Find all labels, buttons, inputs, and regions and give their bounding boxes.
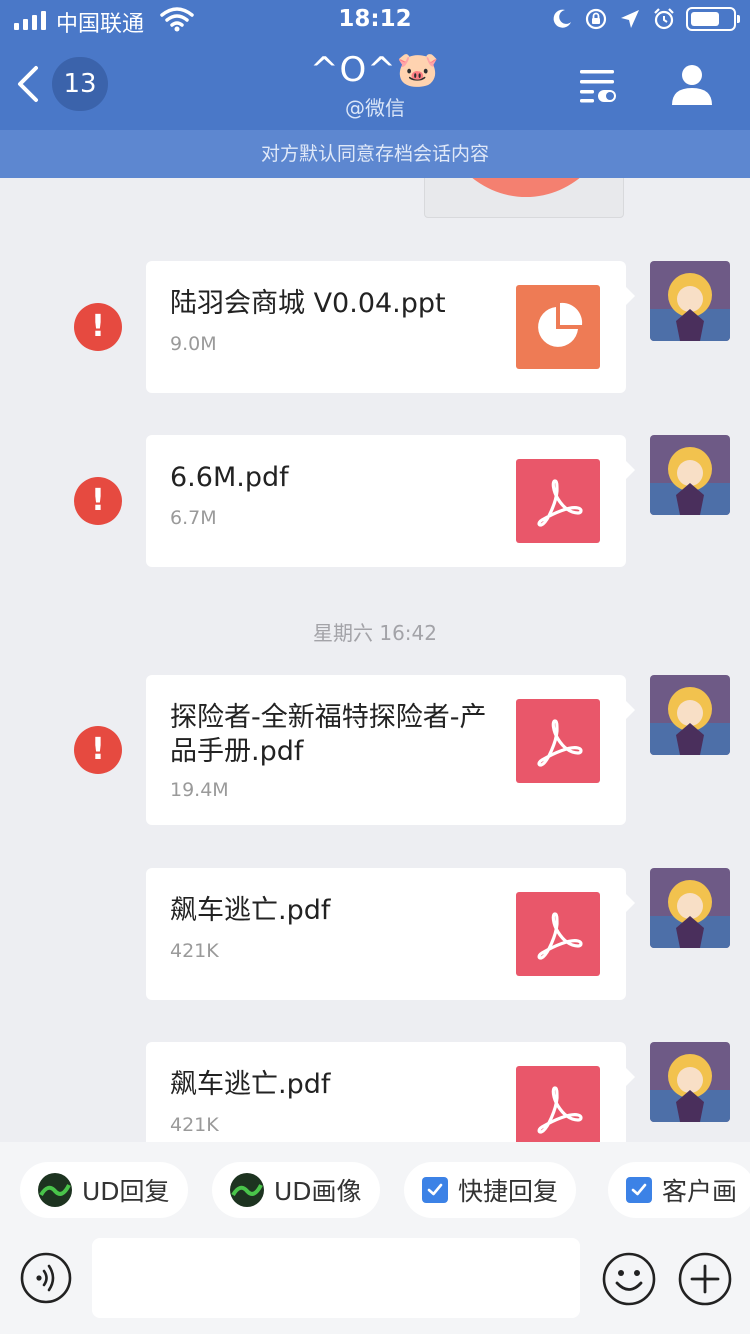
customer-profile-label: 客户画	[662, 1177, 738, 1206]
ud-logo-icon	[38, 1173, 72, 1207]
message-input[interactable]	[92, 1238, 580, 1318]
file-message-card[interactable]: 探险者-全新福特探险者-产品手册.pdf 19.4M	[146, 675, 635, 825]
send-failed-icon[interactable]: !	[74, 303, 122, 351]
quick-action-bar[interactable]: UD回复 UD画像 快捷回复 客户画	[0, 1142, 750, 1238]
ud-profile-button[interactable]: UD画像	[212, 1162, 380, 1218]
voice-input-icon[interactable]	[20, 1252, 72, 1304]
pdf-file-icon	[516, 1066, 600, 1142]
ud-logo-icon	[230, 1173, 264, 1207]
file-message-card[interactable]: 陆羽会商城 V0.04.ppt 9.0M	[146, 261, 635, 393]
moon-icon	[553, 9, 571, 28]
file-message-card[interactable]: 6.6M.pdf 6.7M	[146, 435, 635, 567]
send-failed-icon[interactable]: !	[74, 726, 122, 774]
chat-subtitle: @微信	[345, 96, 405, 120]
file-size: 421K	[170, 1114, 219, 1136]
file-message-card[interactable]: 飙车逃亡.pdf 421K	[146, 868, 635, 1000]
avatar[interactable]	[650, 675, 730, 755]
file-size: 9.0M	[170, 333, 217, 355]
nav-bar: 13 ^O^🐷 @微信	[0, 40, 750, 130]
chat-settings-icon[interactable]	[578, 66, 618, 106]
ud-reply-button[interactable]: UD回复	[20, 1162, 188, 1218]
user-profile-icon[interactable]	[670, 62, 714, 106]
pdf-file-icon	[516, 699, 600, 783]
avatar[interactable]	[650, 261, 730, 341]
rotation-lock-icon	[585, 8, 607, 30]
file-name: 飙车逃亡.pdf	[170, 895, 331, 926]
quick-reply-button[interactable]: 快捷回复	[404, 1162, 577, 1218]
ud-profile-label: UD画像	[274, 1177, 362, 1206]
chat-title: ^O^🐷	[309, 50, 441, 90]
status-bar: 中国联通 18:12	[0, 0, 750, 40]
avatar[interactable]	[650, 868, 730, 948]
quick-reply-label: 快捷回复	[458, 1177, 559, 1206]
battery-icon	[686, 7, 740, 31]
location-icon	[621, 10, 639, 28]
input-bar	[0, 1238, 750, 1334]
avatar[interactable]	[650, 435, 730, 515]
ppt-file-icon	[516, 285, 600, 369]
file-size: 421K	[170, 940, 219, 962]
checkbox-icon	[422, 1177, 448, 1203]
file-name: 6.6M.pdf	[170, 462, 289, 493]
pdf-file-icon	[516, 892, 600, 976]
alarm-icon	[654, 8, 674, 30]
previous-image-message[interactable]	[424, 178, 624, 218]
pdf-file-icon	[516, 459, 600, 543]
more-plus-icon[interactable]	[678, 1252, 732, 1306]
file-size: 6.7M	[170, 507, 217, 529]
file-name: 飙车逃亡.pdf	[170, 1069, 331, 1100]
emoji-icon[interactable]	[602, 1252, 656, 1306]
file-message-card[interactable]: 飙车逃亡.pdf 421K	[146, 1042, 635, 1142]
send-failed-icon[interactable]: !	[74, 477, 122, 525]
checkbox-icon	[626, 1177, 652, 1203]
top-bar: 中国联通 18:12 13 ^O^🐷 @微信 对方默认同意存档会话内容	[0, 0, 750, 178]
file-name: 探险者-全新福特探险者-产品手册.pdf	[170, 702, 487, 767]
ud-reply-label: UD回复	[82, 1177, 170, 1206]
file-name: 陆羽会商城 V0.04.ppt	[170, 288, 446, 319]
customer-profile-button[interactable]: 客户画	[608, 1162, 750, 1218]
avatar[interactable]	[650, 1042, 730, 1122]
chat-area[interactable]: ! 陆羽会商城 V0.04.ppt 9.0M ! 6.6M.pdf 6.7M 星…	[0, 178, 750, 1142]
timestamp: 星期六 16:42	[313, 621, 437, 645]
file-size: 19.4M	[170, 779, 229, 801]
archive-notice: 对方默认同意存档会话内容	[0, 130, 750, 178]
